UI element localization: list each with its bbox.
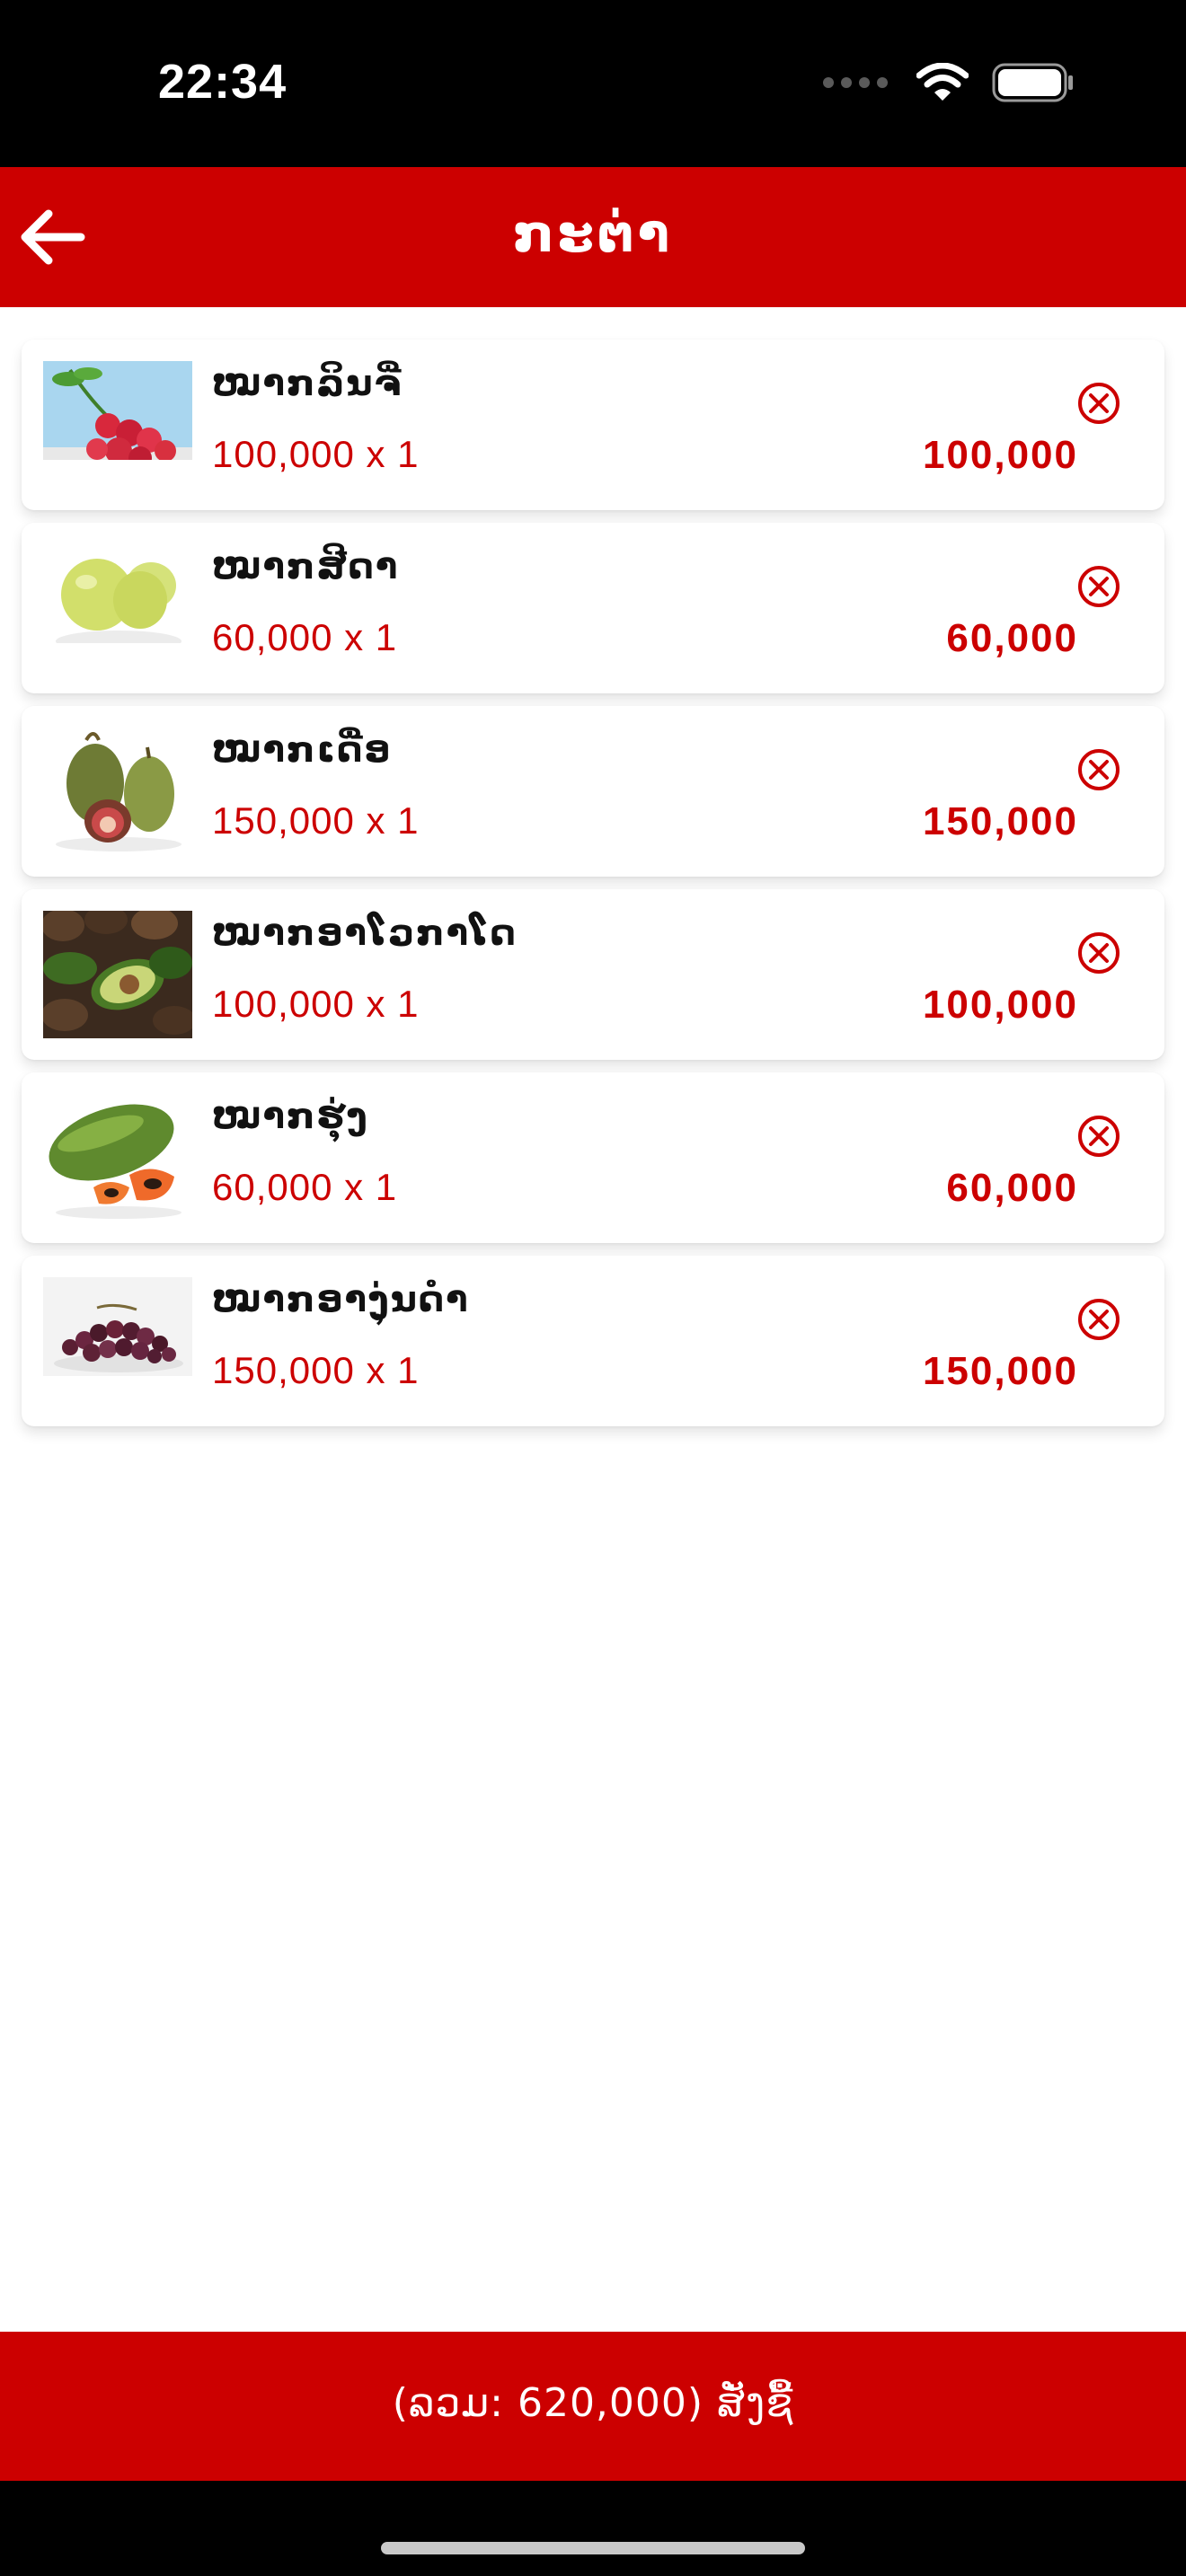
item-qty-price: 60,000 x 1 xyxy=(212,616,398,658)
remove-item-button[interactable] xyxy=(1076,564,1121,609)
cart-item: ໝາກລິນຈີ່ 100,000 x 1 100,000 xyxy=(22,340,1164,510)
cart-item: ໝາກສີດາ 60,000 x 1 60,000 xyxy=(22,523,1164,693)
remove-icon xyxy=(1078,566,1120,607)
status-icons xyxy=(823,63,1075,102)
item-name: ໝາກສີດາ xyxy=(212,546,400,587)
remove-icon xyxy=(1078,1299,1120,1340)
remove-item-button[interactable] xyxy=(1076,931,1121,975)
remove-item-button[interactable] xyxy=(1076,1297,1121,1342)
item-qty-price: 100,000 x 1 xyxy=(212,983,420,1025)
item-total: 150,000 xyxy=(922,799,1078,843)
home-indicator[interactable] xyxy=(381,2542,805,2554)
item-qty-price: 150,000 x 1 xyxy=(212,799,420,842)
cart-item: ໝາກເດື່ອ 150,000 x 1 150,000 xyxy=(22,706,1164,877)
item-name: ໝາກອາງຸ່ນດໍາ xyxy=(212,1279,470,1320)
remove-item-button[interactable] xyxy=(1076,381,1121,426)
remove-icon xyxy=(1078,749,1120,790)
item-total: 100,000 xyxy=(922,983,1078,1027)
item-total: 100,000 xyxy=(922,433,1078,477)
item-qty-price: 150,000 x 1 xyxy=(212,1349,420,1391)
guava-image xyxy=(43,544,192,643)
item-name: ໝາກຮຸ່ງ xyxy=(212,1096,369,1137)
app-header: ກະຕ່າ xyxy=(0,167,1186,307)
remove-icon xyxy=(1078,1116,1120,1157)
cart-item: ໝາກອາງຸ່ນດໍາ 150,000 x 1 150,000 xyxy=(22,1256,1164,1426)
black-grapes-image xyxy=(43,1277,192,1376)
status-time: 22:34 xyxy=(158,55,288,109)
cart-item: ໝາກຮຸ່ງ 60,000 x 1 60,000 xyxy=(22,1072,1164,1243)
item-name: ໝາກລິນຈີ່ xyxy=(212,363,403,404)
wifi-icon xyxy=(916,63,969,101)
status-bar: 22:34 xyxy=(0,0,1186,167)
item-total: 60,000 xyxy=(946,616,1078,660)
remove-item-button[interactable] xyxy=(1076,747,1121,792)
remove-icon xyxy=(1078,932,1120,974)
remove-icon xyxy=(1078,383,1120,424)
item-qty-price: 60,000 x 1 xyxy=(212,1166,398,1208)
item-total: 60,000 xyxy=(946,1166,1078,1210)
cart-item: ໝາກອາໂວກາໂດ 100,000 x 1 100,000 xyxy=(22,889,1164,1060)
item-name: ໝາກອາໂວກາໂດ xyxy=(212,913,518,954)
cart-list: ໝາກລິນຈີ່ 100,000 x 1 100,000 ໝາກສີດາ 60… xyxy=(22,340,1164,1439)
checkout-label: (ລວມ: 620,000) ສັ່ງຊື້ xyxy=(392,2380,794,2426)
home-indicator-area xyxy=(0,2481,1186,2576)
avocado-image xyxy=(43,911,192,1038)
item-qty-price: 100,000 x 1 xyxy=(212,433,420,475)
battery-icon xyxy=(992,63,1073,102)
lychee-image xyxy=(43,361,192,460)
item-total: 150,000 xyxy=(922,1349,1078,1393)
checkout-button[interactable]: (ລວມ: 620,000) ສັ່ງຊື້ xyxy=(0,2332,1186,2481)
item-name: ໝາກເດື່ອ xyxy=(212,729,393,771)
papaya-image xyxy=(43,1094,192,1222)
page-title: ກະຕ່າ xyxy=(513,203,673,264)
fig-image xyxy=(43,728,192,855)
remove-item-button[interactable] xyxy=(1076,1114,1121,1159)
cellular-dots-icon xyxy=(823,77,888,88)
